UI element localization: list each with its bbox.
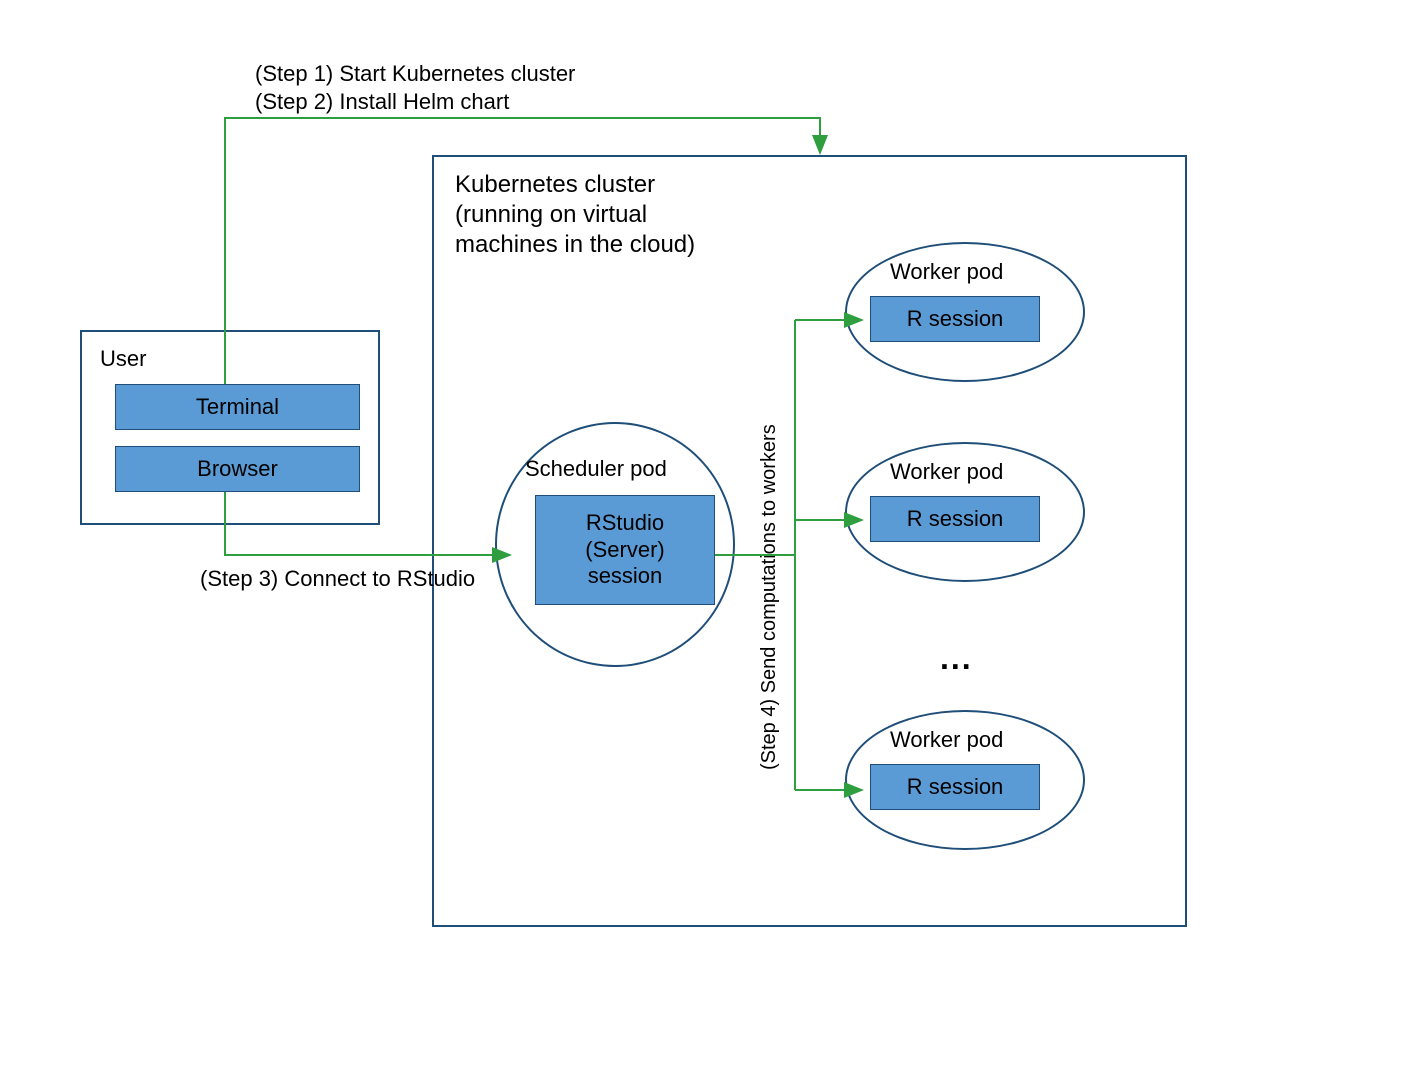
user-title: User — [100, 345, 146, 373]
worker-title-1: Worker pod — [890, 258, 1003, 286]
worker-session-3: R session — [870, 764, 1040, 810]
terminal-node: Terminal — [115, 384, 360, 430]
cluster-title: Kubernetes cluster (running on virtual m… — [455, 170, 695, 260]
scheduler-title: Scheduler pod — [525, 455, 667, 483]
step2-label: (Step 2) Install Helm chart — [255, 88, 509, 116]
diagram-canvas: User Terminal Browser Kubernetes cluster… — [0, 0, 1408, 1088]
step3-label: (Step 3) Connect to RStudio — [200, 565, 475, 593]
worker-title-3: Worker pod — [890, 726, 1003, 754]
browser-node: Browser — [115, 446, 360, 492]
step4-label: (Step 4) Send computations to workers — [758, 424, 781, 770]
worker-session-1: R session — [870, 296, 1040, 342]
step1-label: (Step 1) Start Kubernetes cluster — [255, 60, 575, 88]
scheduler-session: RStudio (Server) session — [535, 495, 715, 605]
ellipsis-icon: ... — [940, 640, 973, 677]
worker-session-2: R session — [870, 496, 1040, 542]
worker-title-2: Worker pod — [890, 458, 1003, 486]
